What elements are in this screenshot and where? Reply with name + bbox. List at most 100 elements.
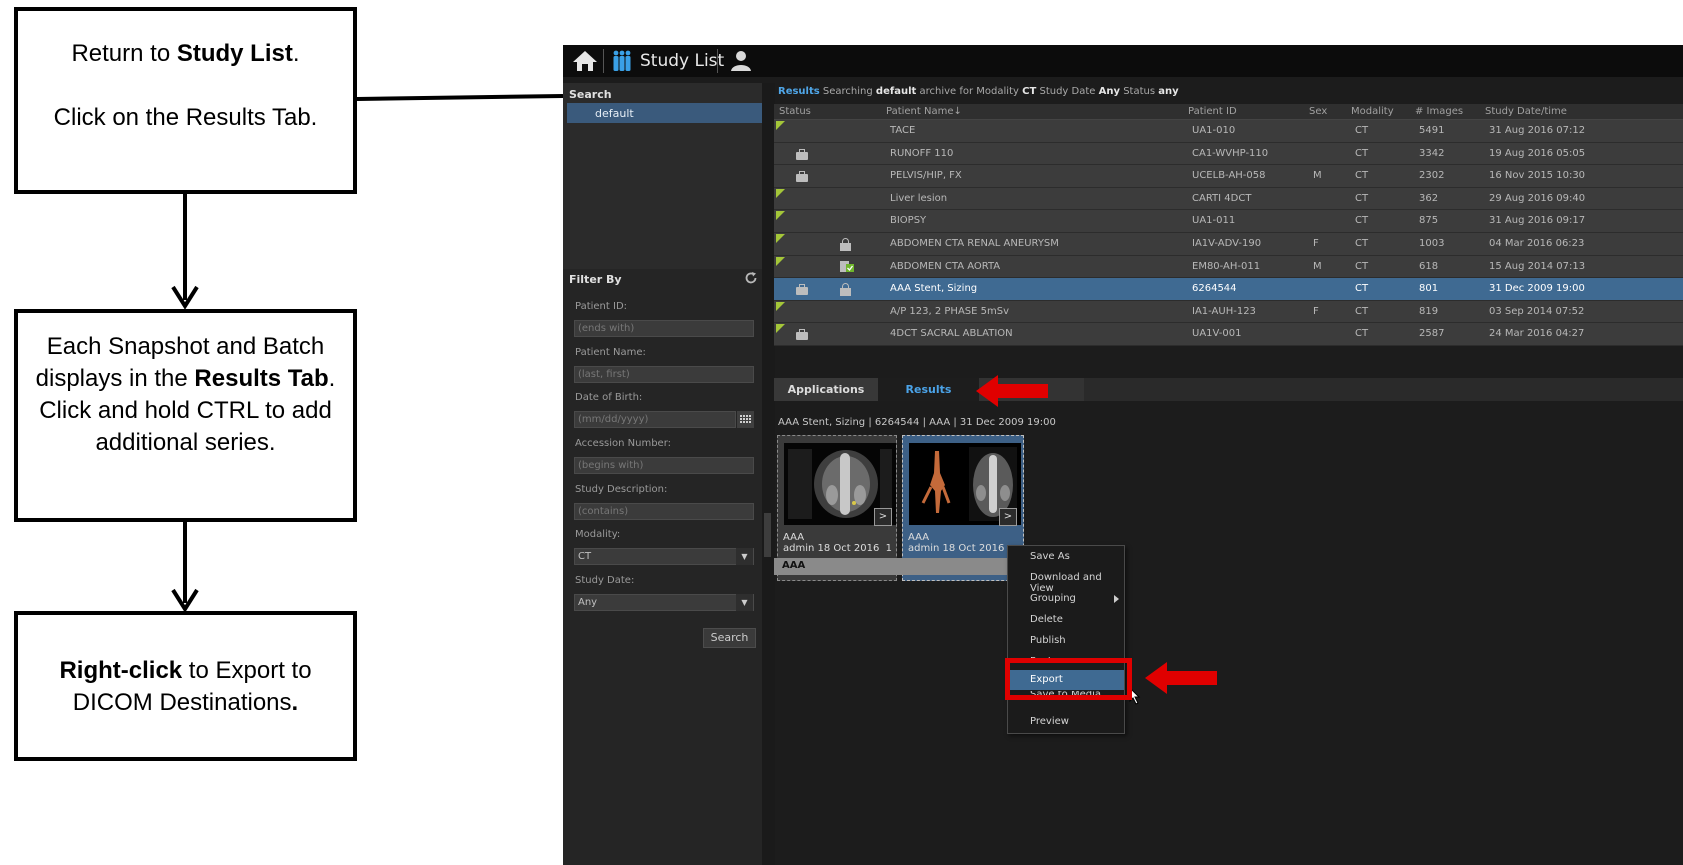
date-of-birth-input[interactable]: (mm/dd/yyyy) <box>574 411 736 428</box>
modality-cell: CT <box>1355 328 1369 340</box>
sort-arrow-icon: ↓ <box>953 106 962 117</box>
series-meta: admin 18 Oct 2016 <box>908 543 1005 554</box>
table-row[interactable]: TACE UA1-010 CT 5491 31 Aug 2016 07:12 <box>774 120 1683 143</box>
new-study-flag-icon <box>776 301 785 311</box>
menu-item-download-and-view[interactable]: Download and View <box>1008 568 1124 594</box>
tab-applications[interactable]: Applications <box>774 378 878 401</box>
search-list-item-default[interactable]: default <box>567 103 762 123</box>
submenu-arrow-icon <box>1114 595 1119 603</box>
table-row[interactable]: 4DCT SACRAL ABLATION UA1V-001 CT 2587 24 Mar… <box>774 323 1683 346</box>
briefcase-icon <box>796 284 808 296</box>
series-caption: AAA Stent, Sizing | 6264544 | AAA | 31 D… <box>778 417 1056 428</box>
menu-item-preview[interactable]: Preview <box>1008 712 1124 732</box>
images-cell: 2302 <box>1419 170 1445 182</box>
table-row[interactable]: ABDOMEN CTA RENAL ANEURYSM IA1V-ADV-190 F C… <box>774 232 1683 256</box>
search-button[interactable]: Search <box>703 628 756 648</box>
sex-cell: F <box>1313 237 1319 249</box>
patient-id-cell: CARTI 4DCT <box>1192 192 1252 204</box>
series-group-label: AAA <box>782 560 806 571</box>
red-arrow-export <box>1145 662 1217 694</box>
tab-results[interactable]: Results <box>878 378 979 401</box>
results-info-text: archive for Modality <box>919 86 1019 97</box>
chevron-down-icon[interactable]: ▼ <box>736 548 753 565</box>
search-panel-heading: Search <box>569 88 612 101</box>
patient-name-cell: PELVIS/HIP, FX <box>890 170 962 182</box>
expand-series-button[interactable]: > <box>999 508 1017 526</box>
snapshot-icon <box>840 260 854 272</box>
chevron-down-icon[interactable]: ▼ <box>736 594 753 611</box>
patient-id-cell: EM80-AH-011 <box>1192 260 1261 272</box>
filter-panel: Filter By Patient ID: (ends with) Patien… <box>563 269 762 865</box>
series-count: 1 <box>885 543 892 554</box>
series-info: AAA admin 18 Oct 2016 1 <box>780 532 898 560</box>
column-header-images[interactable]: # Images <box>1415 106 1463 117</box>
lock-icon <box>840 283 851 297</box>
images-cell: 1003 <box>1419 237 1445 249</box>
study-table: Status Patient Name↓ Patient ID Sex Moda… <box>774 104 1683 346</box>
patient-name-cell: Liver lesion <box>890 192 948 204</box>
lock-icon <box>840 237 851 251</box>
people-icon[interactable] <box>610 49 634 73</box>
patient-name-input[interactable]: (last, first) <box>574 366 754 383</box>
table-row[interactable]: RUNOFF 110 CA1-WVHP-110 CT 3342 19 Aug 2016 … <box>774 142 1683 166</box>
series-info: AAA admin 18 Oct 2016 <box>905 532 1023 560</box>
table-header: Status Patient Name↓ Patient ID Sex Moda… <box>774 104 1683 120</box>
modality-select[interactable]: CT ▼ <box>574 548 754 565</box>
column-header-status[interactable]: Status <box>779 106 811 117</box>
study-date-cell: 04 Mar 2016 06:23 <box>1489 237 1585 249</box>
images-cell: 3342 <box>1419 147 1445 159</box>
column-header-patient-name[interactable]: Patient Name↓ <box>886 106 962 117</box>
column-header-modality[interactable]: Modality <box>1351 106 1394 117</box>
modality-cell: CT <box>1355 170 1369 182</box>
new-study-flag-icon <box>776 324 785 334</box>
study-description-input[interactable]: (contains) <box>574 503 754 520</box>
series-group-bar: AAA <box>774 558 1021 575</box>
study-date-select[interactable]: Any ▼ <box>574 594 754 611</box>
study-date-cell: 31 Aug 2016 09:17 <box>1489 215 1586 227</box>
patient-name-cell: ABDOMEN CTA RENAL ANEURYSM <box>890 237 1059 249</box>
column-header-patient-id[interactable]: Patient ID <box>1188 106 1237 117</box>
column-header-study-date[interactable]: Study Date/time <box>1485 106 1567 117</box>
expand-series-button[interactable]: > <box>874 508 892 526</box>
results-info-modality: CT <box>1022 86 1037 97</box>
date-of-birth-label: Date of Birth: <box>575 392 643 403</box>
results-info-line: Results Searching default archive for Mo… <box>778 86 1179 97</box>
splitter-grip[interactable] <box>764 513 771 557</box>
images-cell: 819 <box>1419 305 1439 317</box>
column-header-label: Patient Name <box>886 106 954 117</box>
menu-item-delete[interactable]: Delete <box>1008 610 1124 630</box>
menu-item-save-as[interactable]: Save As <box>1008 547 1124 567</box>
patient-name-cell: AAA Stent, Sizing <box>890 283 978 295</box>
modality-cell: CT <box>1355 215 1369 227</box>
new-study-flag-icon <box>776 211 785 221</box>
table-row[interactable]: BIOPSY UA1-011 CT 875 31 Aug 2016 09:17 <box>774 210 1683 233</box>
table-row[interactable]: ABDOMEN CTA AORTA EM80-AH-011 M CT 618 15 Aug… <box>774 255 1683 279</box>
refresh-icon[interactable] <box>744 271 758 285</box>
user-icon[interactable] <box>729 49 753 73</box>
study-date-cell: 31 Aug 2016 07:12 <box>1489 125 1586 136</box>
left-panel: Search default Filter By Patient ID: (en… <box>563 83 762 865</box>
table-row[interactable]: AAA Stent, Sizing 6264544 CT 801 31 Dec 2009… <box>774 278 1683 301</box>
results-info-archive: default <box>875 86 917 97</box>
calendar-icon[interactable] <box>737 411 754 428</box>
menu-item-grouping[interactable]: Grouping <box>1008 589 1124 609</box>
patient-id-cell: UA1-011 <box>1192 215 1236 227</box>
briefcase-icon <box>796 148 808 160</box>
new-study-flag-icon <box>776 188 785 198</box>
table-row[interactable]: Liver lesion CARTI 4DCT CT 362 29 Aug 2016 0… <box>774 187 1683 211</box>
patient-id-label: Patient ID: <box>575 301 628 312</box>
toolbar-title[interactable]: Study List <box>640 51 724 71</box>
table-row[interactable]: A/P 123, 2 PHASE 5mSv IA1-AUH-123 F CT 819 03… <box>774 300 1683 324</box>
table-row[interactable]: PELVIS/HIP, FX UCELB-AH-058 M CT 2302 16 Nov … <box>774 165 1683 188</box>
patient-id-input[interactable]: (ends with) <box>574 320 754 337</box>
modality-cell: CT <box>1355 192 1369 204</box>
menu-item-publish[interactable]: Publish <box>1008 631 1124 651</box>
study-date-cell: 19 Aug 2016 05:05 <box>1489 147 1586 159</box>
toolbar-separator <box>717 49 718 73</box>
results-info-text: Searching <box>822 86 873 97</box>
accession-number-input[interactable]: (begins with) <box>574 457 754 474</box>
new-study-flag-icon <box>776 233 785 243</box>
home-icon[interactable] <box>572 49 598 73</box>
column-header-sex[interactable]: Sex <box>1309 106 1327 117</box>
context-menu: Save As Download and View Grouping Delet… <box>1007 545 1125 734</box>
